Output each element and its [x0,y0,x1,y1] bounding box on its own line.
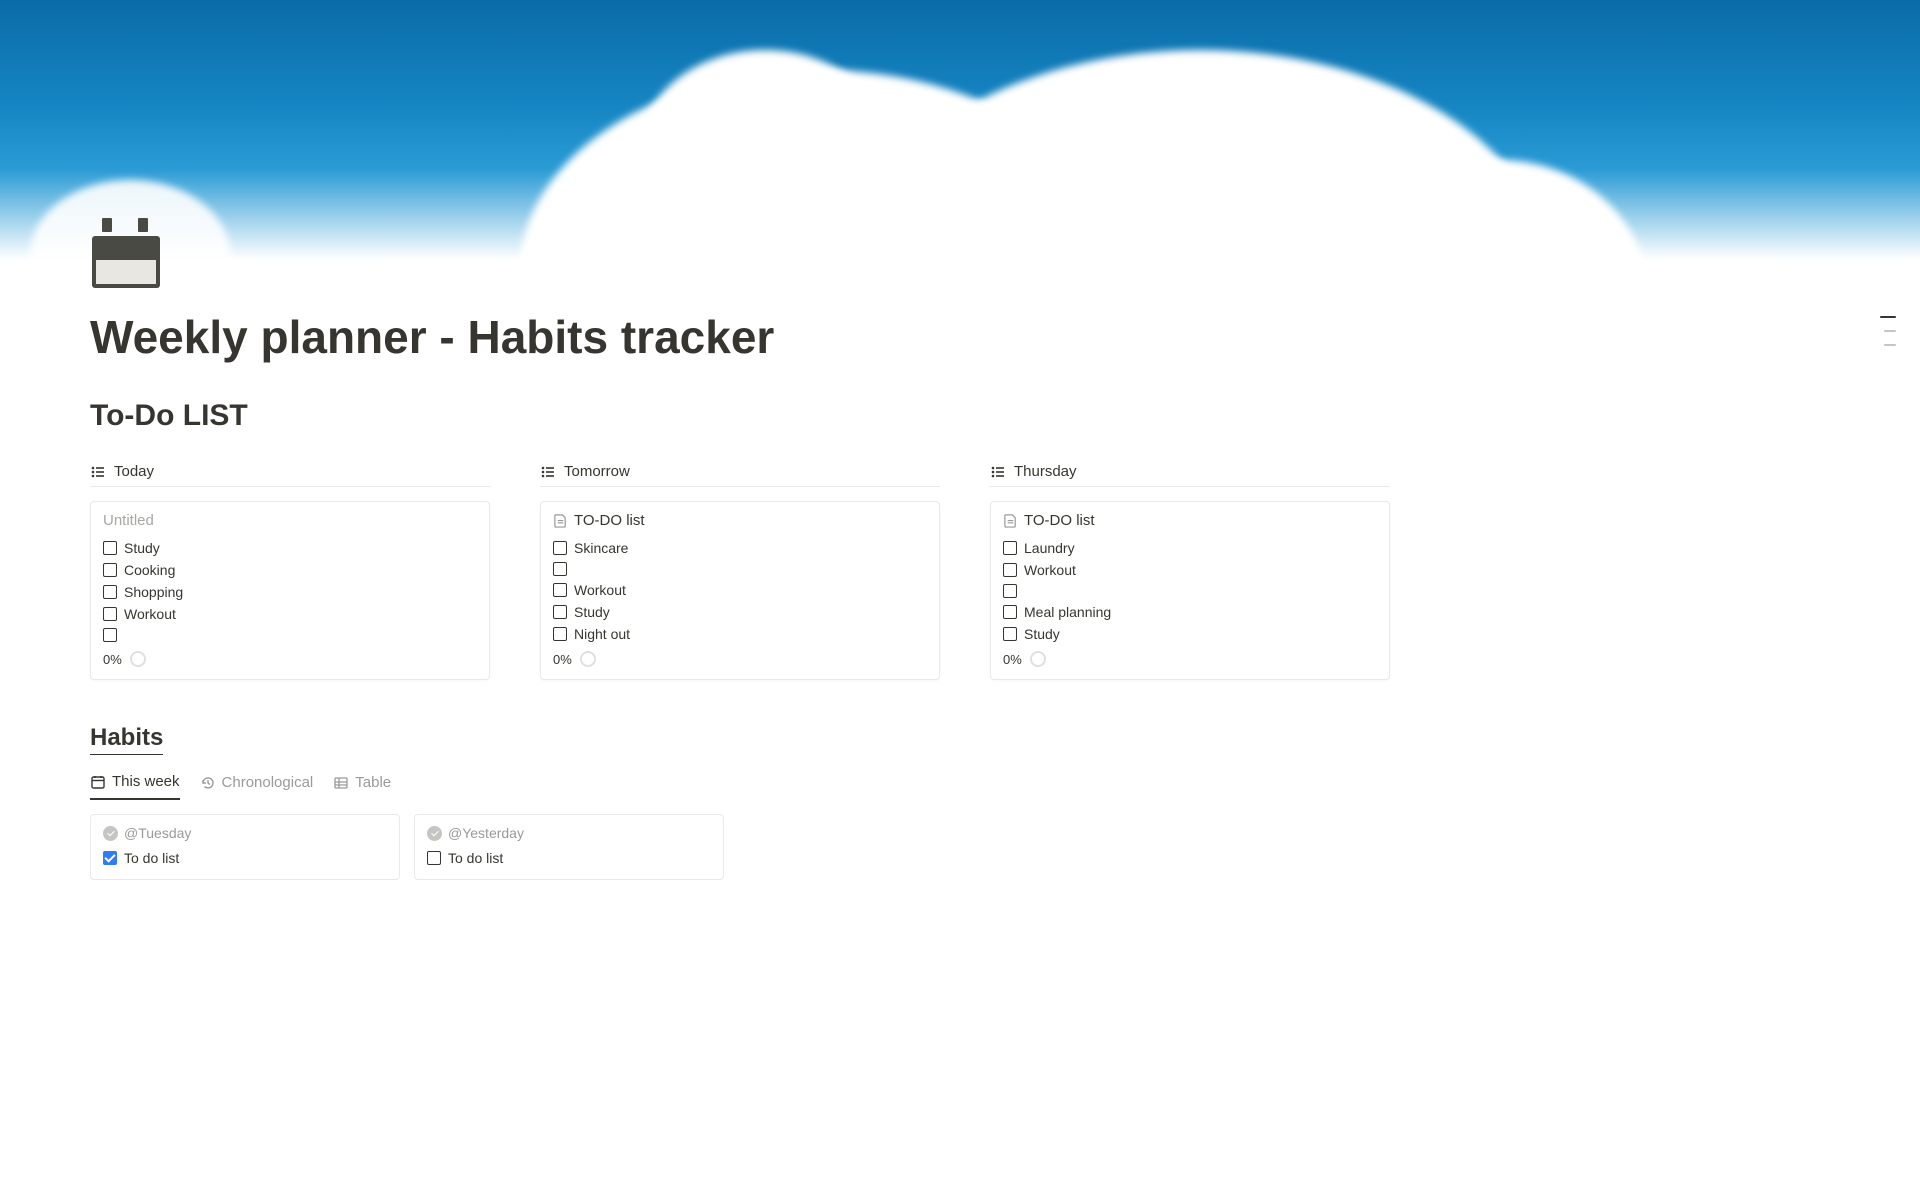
checkbox[interactable] [1003,541,1017,555]
calendar-icon [90,774,106,790]
todo-text: Study [124,540,160,556]
view-thursday[interactable]: Thursday [990,457,1390,487]
todo-item[interactable]: Workout [553,579,927,601]
todo-heading: To-Do LIST [90,399,1390,433]
todo-item[interactable]: Meal planning [1003,601,1377,623]
todo-item[interactable]: Cooking [103,559,477,581]
todo-item[interactable]: Shopping [103,581,477,603]
todo-item[interactable]: Workout [103,603,477,625]
todo-card[interactable]: Untitled Study Cooking Shopping Workout … [90,501,490,680]
checkbox[interactable] [1003,584,1017,598]
habit-item[interactable]: To do list [427,847,711,869]
tab-chronological[interactable]: Chronological [200,774,314,799]
view-tomorrow[interactable]: Tomorrow [540,457,940,487]
habit-date: @Yesterday [427,825,711,841]
progress-ring-icon [1030,651,1046,667]
page-icon [1003,513,1018,528]
todo-item[interactable] [103,625,477,645]
habit-item-label: To do list [448,850,503,866]
outline-toc[interactable] [1880,316,1896,346]
habit-date: @Tuesday [103,825,387,841]
checkbox[interactable] [1003,605,1017,619]
todo-item[interactable]: Skincare [553,537,927,559]
todo-text: Workout [574,582,626,598]
toc-item[interactable] [1884,330,1896,332]
checkbox[interactable] [103,585,117,599]
card-title[interactable]: Untitled [103,512,477,529]
checkbox[interactable] [103,628,117,642]
progress-ring-icon [580,651,596,667]
tab-table[interactable]: Table [333,774,391,799]
todo-text: Study [1024,626,1060,642]
progress: 0% [1003,651,1377,667]
todo-text: Night out [574,626,630,642]
todo-text: Cooking [124,562,175,578]
checkbox[interactable] [103,607,117,621]
todo-text: Workout [1024,562,1076,578]
todo-item[interactable] [1003,581,1377,601]
checkbox[interactable] [103,851,117,865]
view-label: Thursday [1014,463,1077,480]
todo-text: Skincare [574,540,628,556]
table-icon [333,775,349,791]
todo-text: Shopping [124,584,183,600]
view-label: Tomorrow [564,463,630,480]
check-circle-icon [427,826,442,841]
checkbox[interactable] [553,627,567,641]
list-icon [540,464,556,480]
habit-item[interactable]: To do list [103,847,387,869]
todo-card[interactable]: TO-DO list Skincare Workout Study Night … [540,501,940,680]
todo-item[interactable]: Laundry [1003,537,1377,559]
habit-card[interactable]: @Yesterday To do list [414,814,724,880]
calendar-icon[interactable] [92,218,160,286]
history-icon [200,775,216,791]
progress: 0% [553,651,927,667]
card-title[interactable]: TO-DO list [1003,512,1377,529]
todo-item[interactable]: Night out [553,623,927,645]
list-icon [990,464,1006,480]
todo-item[interactable]: Workout [1003,559,1377,581]
progress: 0% [103,651,477,667]
card-title[interactable]: TO-DO list [553,512,927,529]
progress-ring-icon [130,651,146,667]
checkbox[interactable] [553,583,567,597]
toc-item[interactable] [1880,316,1896,318]
checkbox[interactable] [1003,627,1017,641]
checkbox[interactable] [103,541,117,555]
todo-item[interactable]: Study [553,601,927,623]
habit-card[interactable]: @Tuesday To do list [90,814,400,880]
list-icon [90,464,106,480]
tab-this-week[interactable]: This week [90,773,180,800]
view-today[interactable]: Today [90,457,490,487]
toc-item[interactable] [1884,344,1896,346]
todo-text: Study [574,604,610,620]
todo-item[interactable]: Study [1003,623,1377,645]
checkbox[interactable] [553,562,567,576]
todo-text: Meal planning [1024,604,1111,620]
habit-item-label: To do list [124,850,179,866]
page-cover [0,0,1920,260]
checkbox[interactable] [553,541,567,555]
todo-card[interactable]: TO-DO list Laundry Workout Meal planning… [990,501,1390,680]
habits-heading[interactable]: Habits [90,724,163,755]
todo-item[interactable]: Study [103,537,477,559]
page-icon [553,513,568,528]
todo-item[interactable] [553,559,927,579]
todo-columns: Today Untitled Study Cooking Shopping Wo… [90,457,1390,680]
todo-text: Laundry [1024,540,1075,556]
todo-text: Workout [124,606,176,622]
check-circle-icon [103,826,118,841]
checkbox[interactable] [1003,563,1017,577]
checkbox[interactable] [427,851,441,865]
page-title[interactable]: Weekly planner - Habits tracker [90,310,1390,365]
view-label: Today [114,463,154,480]
habits-tabs: This week Chronological Table [90,773,1390,800]
checkbox[interactable] [103,563,117,577]
habit-cards: @Tuesday To do list @Yesterday To do lis… [90,814,1390,880]
checkbox[interactable] [553,605,567,619]
